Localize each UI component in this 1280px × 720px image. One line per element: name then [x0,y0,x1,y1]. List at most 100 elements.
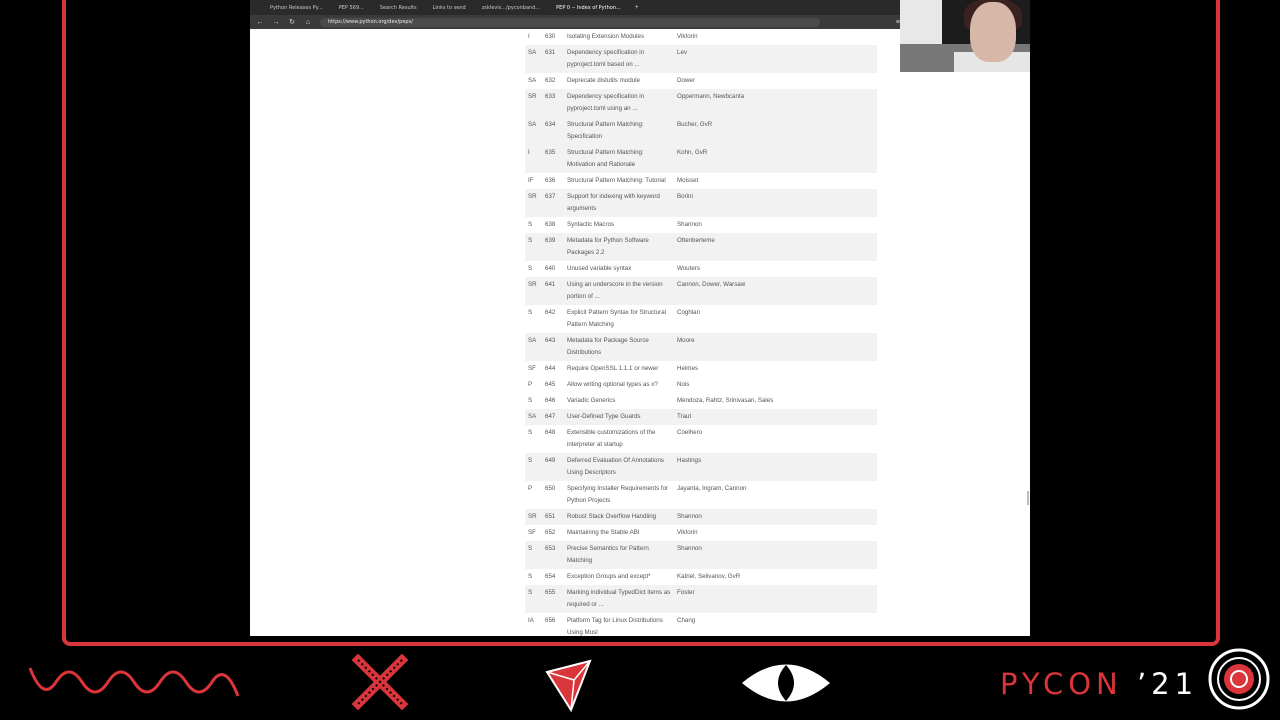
pycon-circle-logo [1208,648,1270,710]
pep-title-link[interactable]: Structural Pattern Matching: Tutorial [567,175,677,187]
pep-type-cell: IA [528,617,534,624]
pep-title-link[interactable]: User-Defined Type Guards [567,411,677,423]
pep-number-link[interactable]: 638 [545,219,567,231]
pep-title-link[interactable]: Isolating Extension Modules [567,31,677,43]
pep-authors-cell: Shannon [677,513,702,520]
pep-table-row: S 639 Metadata for Python Software Package… [525,233,877,261]
pep-number-link[interactable]: 648 [545,427,567,451]
pep-number-link[interactable]: 655 [545,587,567,611]
pep-number-link[interactable]: 635 [545,147,567,171]
browser-tab[interactable]: zsklevis.../pyconband... [476,5,546,11]
pep-title-link[interactable]: Dependency specification in pyproject.to… [567,47,677,71]
back-arrow-icon[interactable]: ← [256,19,264,26]
pep-type-cell: S [528,589,533,596]
pep-number-link[interactable]: 633 [545,91,567,115]
pep-type-cell: S [528,429,533,436]
x-cross-icon [352,654,408,710]
pep-title-link[interactable]: Explicit Pattern Syntax for Structural P… [567,307,677,331]
pep-number-link[interactable]: 653 [545,543,567,567]
pep-authors-cell: Katriel, Selivanov, GvR [677,573,741,580]
pep-number-link[interactable]: 644 [545,363,567,375]
pep-number-link[interactable]: 650 [545,483,567,507]
pep-title-link[interactable]: Require OpenSSL 1.1.1 or newer [567,363,677,375]
pep-number-link[interactable]: 649 [545,455,567,479]
scrollbar-thumb[interactable] [1027,491,1029,505]
pep-authors-cell: Mendoza, Rahtz, Srinivasan, Sales [677,397,774,404]
pep-number-link[interactable]: 637 [545,191,567,215]
pep-number-link[interactable]: 651 [545,511,567,523]
pep-number-link[interactable]: 631 [545,47,567,71]
browser-tab-active[interactable]: PEP 0 -- Index of Python... [550,5,627,11]
pep-authors-cell: Cannon, Dower, Warsaw [677,281,746,288]
pep-title-link[interactable]: Extensible customizations of the interpr… [567,427,677,451]
pep-title-link[interactable]: Platform Tag for Linux Distributions Usi… [567,615,677,636]
pep-type-cell: IF [528,177,534,184]
browser-tab[interactable]: Python Releases Py... [264,5,329,11]
pep-number-link[interactable]: 652 [545,527,567,539]
pep-number-link[interactable]: 646 [545,395,567,407]
pep-title-link[interactable]: Maintaining the Stable ABI [567,527,677,539]
pep-table-row: S 649 Deferred Evaluation Of Annotations U… [525,453,877,481]
pep-title-link[interactable]: Dependency specification in pyproject.to… [567,91,677,115]
pep-number-link[interactable]: 634 [545,119,567,143]
pep-title-link[interactable]: Variadic Generics [567,395,677,407]
pep-index-page: I 630 Isolating Extension Modules Viktorin S… [250,29,1030,636]
pep-title-link[interactable]: Marking individual TypedDict items as re… [567,587,677,611]
pep-title-link[interactable]: Metadata for Python Software Packages 2.… [567,235,677,259]
pep-title-link[interactable]: Metadata for Package Source Distribution… [567,335,677,359]
pep-title-link[interactable]: Robust Stack Overflow Handling [567,511,677,523]
presenter-webcam [900,0,1030,72]
pep-title-link[interactable]: Exception Groups and except* [567,571,677,583]
browser-tab[interactable]: PEP 569... [333,5,370,11]
pep-number-link[interactable]: 641 [545,279,567,303]
pep-table-row: SR 637 Support for indexing with keyword a… [525,189,877,217]
pep-table-row: S 638 Syntactic Macros Shannon [525,217,877,233]
pep-number-link[interactable]: 640 [545,263,567,275]
pep-type-cell: SF [528,529,536,536]
pep-authors-cell: Traut [677,413,692,420]
forward-arrow-icon[interactable]: → [272,19,280,26]
pep-type-cell: S [528,221,533,228]
pep-number-link[interactable]: 645 [545,379,567,391]
pep-authors-cell: Coghlan [677,309,701,316]
pep-number-link[interactable]: 654 [545,571,567,583]
pep-number-link[interactable]: 636 [545,175,567,187]
pep-type-cell: SA [528,121,537,128]
shared-browser-window: Python Releases Py... PEP 569... Search … [250,0,1030,636]
address-bar[interactable]: https://www.python.org/dev/peps/ [320,17,820,27]
pep-title-link[interactable]: Syntactic Macros [567,219,677,231]
pep-number-link[interactable]: 632 [545,75,567,87]
pep-number-link[interactable]: 647 [545,411,567,423]
pep-authors-cell: Moisset [677,177,699,184]
pep-title-link[interactable]: Structural Pattern Matching: Specificati… [567,119,677,143]
pep-number-link[interactable]: 643 [545,335,567,359]
pep-title-link[interactable]: Deprecate distutils module [567,75,677,87]
pep-number-link[interactable]: 639 [545,235,567,259]
reload-icon[interactable]: ↻ [288,18,296,26]
pep-number-link[interactable]: 656 [545,615,567,636]
pep-title-link[interactable]: Specifying Installer Requirements for Py… [567,483,677,507]
pep-type-cell: P [528,485,533,492]
new-tab-button[interactable]: + [635,4,639,11]
pep-title-link[interactable]: Deferred Evaluation Of Annotations Using… [567,455,677,479]
pep-authors-cell: Borini [677,193,693,200]
pep-number-link[interactable]: 642 [545,307,567,331]
pep-title-link[interactable]: Unused variable syntax [567,263,677,275]
pep-title-link[interactable]: Support for indexing with keyword argume… [567,191,677,215]
pep-authors-cell: Shannon [677,221,702,228]
pep-type-cell: S [528,265,533,272]
pep-authors-cell: Moore [677,337,695,344]
browser-tab[interactable]: Search Results [374,5,423,11]
home-icon[interactable]: ⌂ [304,19,312,26]
browser-tab[interactable]: Links to send [427,5,472,11]
pep-authors-cell: Hastings [677,457,702,464]
pep-title-link[interactable]: Structural Pattern Matching: Motivation … [567,147,677,171]
pep-title-link[interactable]: Allow writing optional types as x? [567,379,677,391]
pep-type-cell: I [528,33,530,40]
pep-title-link[interactable]: Precise Semantics for Pattern Matching [567,543,677,567]
pep-title-link[interactable]: Using an underscore in the version porti… [567,279,677,303]
pep-table-row: IF 636 Structural Pattern Matching: Tutori… [525,173,877,189]
pep-authors-cell: Viktorin [677,33,698,40]
pep-type-cell: S [528,545,533,552]
pep-number-link[interactable]: 630 [545,31,567,43]
